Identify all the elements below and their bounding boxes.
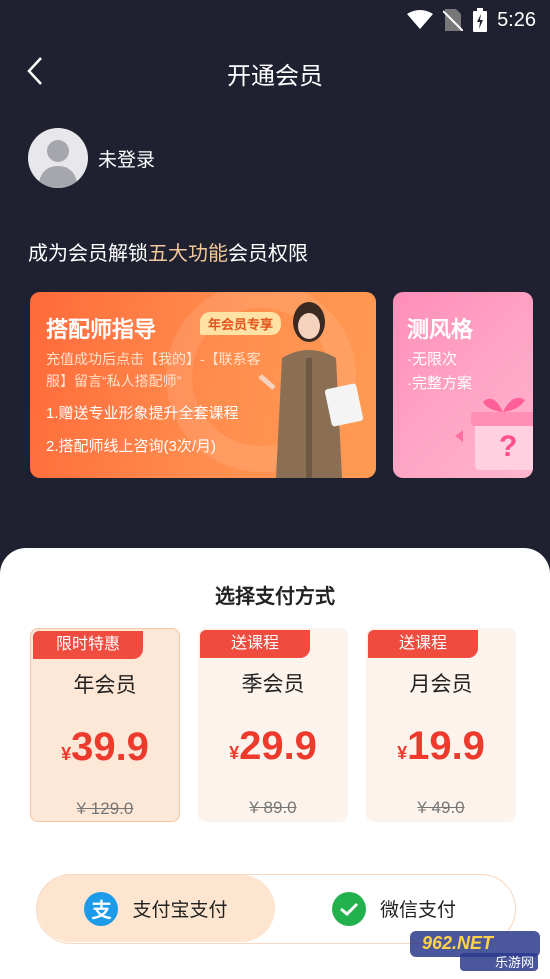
header: 开通会员 xyxy=(0,48,550,96)
no-sim-icon xyxy=(443,9,464,31)
avatar[interactable] xyxy=(28,128,88,188)
plan-name: 年会员 xyxy=(73,674,137,697)
wechat-pay-label: 微信支付 xyxy=(379,900,456,921)
payment-sheet: 选择支付方式 限时特惠 年会员 ¥39.9 ¥ 129.0 送课程 季会员 ¥2… xyxy=(0,548,550,979)
plan-card-monthly[interactable]: 送课程 月会员 ¥19.9 ¥ 49.0 xyxy=(366,628,516,822)
sheet-title: 选择支付方式 xyxy=(215,586,335,608)
feature-item: 2.搭配师线上咨询(3次/月) xyxy=(46,438,217,455)
gift-box-icon: ? xyxy=(455,397,533,470)
battery-charging-icon xyxy=(473,8,488,32)
plan-price: ¥29.9 xyxy=(198,724,348,769)
plan-card-annual[interactable]: 限时特惠 年会员 ¥39.9 ¥ 129.0 xyxy=(30,628,180,822)
alipay-icon: 支 xyxy=(84,891,119,926)
plan-tag: 送课程 xyxy=(200,630,310,658)
wifi-icon xyxy=(407,10,434,29)
status-bar: 5:26 xyxy=(0,0,550,38)
currency-symbol: ¥ xyxy=(61,744,72,764)
unlock-suffix: 会员权限 xyxy=(228,243,308,265)
plan-tag: 送课程 xyxy=(368,630,478,658)
plan-price: ¥19.9 xyxy=(366,724,516,769)
stylist-model-image xyxy=(258,302,364,478)
price-value: 29.9 xyxy=(239,724,317,768)
feature-card-style-test[interactable]: 测风格 ·无限次 ·完整方案 ? xyxy=(393,292,533,478)
plan-original-price: ¥ 49.0 xyxy=(417,798,465,817)
site-watermark: 962.NET 乐游网 xyxy=(410,929,540,973)
price-value: 39.9 xyxy=(71,725,149,769)
svg-text:?: ? xyxy=(499,430,517,463)
plan-tag: 限时特惠 xyxy=(33,631,143,659)
status-time: 5:26 xyxy=(497,8,536,31)
price-value: 19.9 xyxy=(407,724,485,768)
wechat-icon xyxy=(331,891,366,926)
watermark-text: 962.NET xyxy=(422,933,494,953)
unlock-highlight: 五大功能 xyxy=(148,243,228,265)
plan-price: ¥39.9 xyxy=(31,725,179,770)
watermark-sub: 乐游网 xyxy=(494,955,534,970)
alipay-option[interactable]: 支 支付宝支付 xyxy=(37,875,275,942)
currency-symbol: ¥ xyxy=(397,743,408,763)
feature-card-title: 搭配师指导 xyxy=(46,317,157,342)
user-name: 未登录 xyxy=(98,149,156,171)
feature-card-title: 测风格 xyxy=(407,317,474,342)
feature-card-stylist[interactable]: 搭配师指导 年会员专享 充值成功后点击【我的】-【联系客服】留言“私人搭配师” … xyxy=(30,292,376,478)
unlock-prefix: 成为会员解锁 xyxy=(28,243,148,265)
user-row[interactable]: 未登录 xyxy=(28,128,155,188)
status-icons: 5:26 xyxy=(407,8,536,32)
page-title: 开通会员 xyxy=(227,63,323,90)
plan-original-price: ¥ 89.0 xyxy=(249,798,297,817)
plan-original-price: ¥ 129.0 xyxy=(76,799,134,818)
currency-symbol: ¥ xyxy=(229,743,240,763)
plan-card-quarterly[interactable]: 送课程 季会员 ¥29.9 ¥ 89.0 xyxy=(198,628,348,822)
unlock-heading: 成为会员解锁五大功能会员权限 xyxy=(28,237,308,266)
feature-item: ·无限次 xyxy=(407,351,457,368)
alipay-label: 支付宝支付 xyxy=(132,900,228,921)
feature-card-desc: 充值成功后点击【我的】-【联系客服】留言“私人搭配师” xyxy=(46,351,261,389)
plan-name: 月会员 xyxy=(409,673,473,696)
default-user-icon xyxy=(38,140,78,188)
plan-name: 季会员 xyxy=(241,673,305,696)
feature-item: 1.赠送专业形象提升全套课程 xyxy=(46,405,239,422)
